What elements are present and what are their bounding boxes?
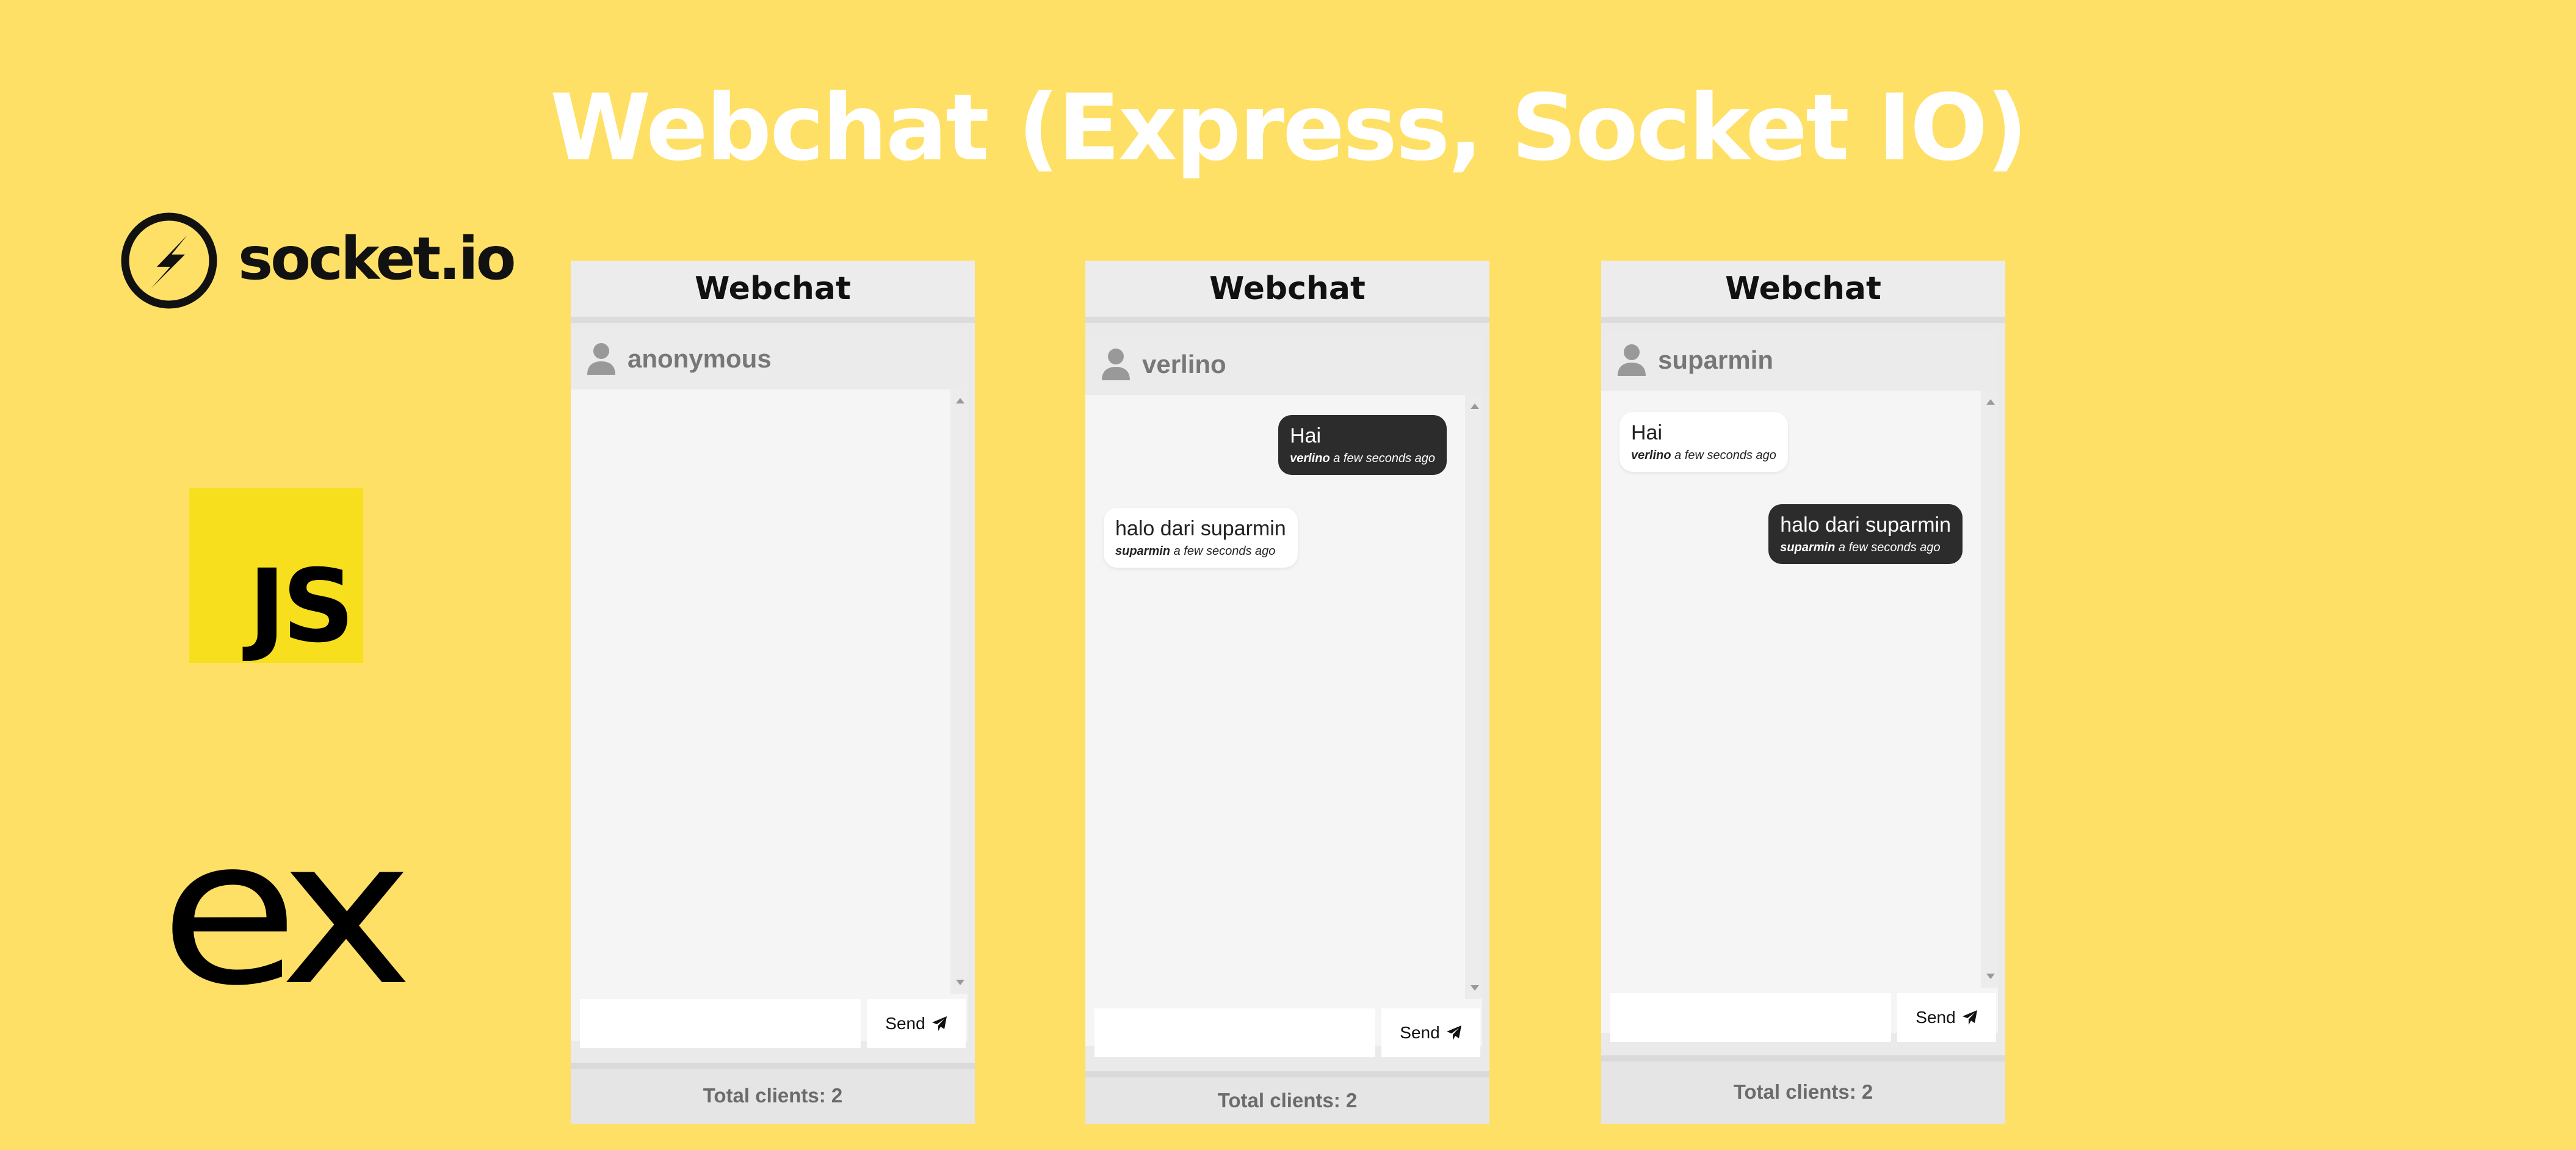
message-bubble-other: halo dari suparmin suparmin a few second… <box>1104 508 1298 568</box>
total-clients: Total clients: 2 <box>1085 1071 1489 1124</box>
paper-plane-icon <box>932 1016 947 1031</box>
message-bubble-own: halo dari suparmin suparmin a few second… <box>1768 504 1963 564</box>
scroll-up-icon[interactable] <box>1471 403 1479 409</box>
message-meta: verlino a few seconds ago <box>1631 447 1776 463</box>
send-button[interactable]: Send <box>867 999 966 1048</box>
chat-window-anonymous: Webchat anonymous Send Total clients: 2 <box>571 261 975 1124</box>
message-compose: Send <box>580 999 966 1048</box>
scroll-up-icon[interactable] <box>1986 399 1995 405</box>
message-time: a few seconds ago <box>1674 449 1776 462</box>
message-author: suparmin <box>1115 544 1171 558</box>
message-compose: Send <box>1094 1008 1480 1057</box>
express-logo: ex <box>160 812 413 1013</box>
scroll-down-icon[interactable] <box>956 980 964 985</box>
message-author: suparmin <box>1780 541 1836 554</box>
message-author: verlino <box>1290 452 1330 465</box>
message-meta: suparmin a few seconds ago <box>1780 540 1951 555</box>
socket-io-logo: socket.io <box>119 211 516 311</box>
user-bar: suparmin <box>1601 331 1998 391</box>
message-input[interactable] <box>1610 993 1891 1042</box>
message-meta: verlino a few seconds ago <box>1290 450 1435 466</box>
message-scrollbar[interactable] <box>1981 391 1998 988</box>
message-time: a few seconds ago <box>1173 544 1276 558</box>
message-list[interactable]: Hai verlino a few seconds ago halo dari … <box>1085 395 1465 999</box>
send-button[interactable]: Send <box>1381 1008 1480 1057</box>
message-text: Hai <box>1631 421 1663 444</box>
user-icon <box>1102 349 1130 380</box>
message-author: verlino <box>1631 449 1671 462</box>
send-button-label: Send <box>885 1014 925 1033</box>
user-bar: verlino <box>1085 335 1482 395</box>
chat-panel: verlino Hai verlino a few seconds ago ha… <box>1085 335 1482 1046</box>
page-title: Webchat (Express, Socket IO) <box>550 75 2028 181</box>
message-time: a few seconds ago <box>1838 541 1941 554</box>
chat-window-title: Webchat <box>571 261 975 323</box>
total-clients: Total clients: 2 <box>571 1063 975 1124</box>
socket-io-wordmark: socket.io <box>238 225 516 293</box>
message-scrollbar[interactable] <box>950 389 968 994</box>
chat-window-title: Webchat <box>1601 261 2005 323</box>
scroll-up-icon[interactable] <box>956 398 964 403</box>
chat-panel: anonymous <box>571 330 968 1041</box>
send-button-label: Send <box>1400 1023 1440 1042</box>
scroll-down-icon[interactable] <box>1471 985 1479 991</box>
chat-panel: suparmin Hai verlino a few seconds ago h… <box>1601 331 1998 1033</box>
javascript-logo: JS <box>189 488 363 663</box>
message-text: halo dari suparmin <box>1115 517 1286 540</box>
username: verlino <box>1142 350 1226 378</box>
send-button[interactable]: Send <box>1897 993 1996 1042</box>
message-bubble-own: Hai verlino a few seconds ago <box>1278 415 1447 475</box>
chat-window-suparmin: Webchat suparmin Hai verlino a few secon… <box>1601 261 2005 1124</box>
message-list[interactable] <box>571 389 950 994</box>
message-list[interactable]: Hai verlino a few seconds ago halo dari … <box>1601 391 1981 988</box>
message-compose: Send <box>1610 993 1996 1042</box>
username: suparmin <box>1658 345 1774 374</box>
chat-window-title: Webchat <box>1085 261 1489 323</box>
message-text: halo dari suparmin <box>1780 513 1951 537</box>
paper-plane-icon <box>1962 1010 1977 1025</box>
javascript-wordmark: JS <box>248 548 355 665</box>
scroll-down-icon[interactable] <box>1986 974 1995 979</box>
socket-io-icon <box>121 212 217 309</box>
message-input[interactable] <box>1094 1008 1375 1057</box>
message-bubble-other: Hai verlino a few seconds ago <box>1619 412 1788 472</box>
send-button-label: Send <box>1916 1008 1956 1027</box>
user-icon <box>1618 344 1646 376</box>
message-text: Hai <box>1290 424 1322 447</box>
message-meta: suparmin a few seconds ago <box>1115 543 1286 559</box>
message-scrollbar[interactable] <box>1465 395 1482 999</box>
total-clients: Total clients: 2 <box>1601 1055 2005 1124</box>
user-bar: anonymous <box>571 330 968 389</box>
message-time: a few seconds ago <box>1333 452 1435 465</box>
paper-plane-icon <box>1446 1025 1461 1040</box>
express-wordmark: ex <box>160 795 413 1030</box>
user-icon <box>587 343 615 375</box>
message-input[interactable] <box>580 999 861 1048</box>
username: anonymous <box>628 344 772 373</box>
chat-window-verlino: Webchat verlino Hai verlino a few second… <box>1085 261 1489 1124</box>
